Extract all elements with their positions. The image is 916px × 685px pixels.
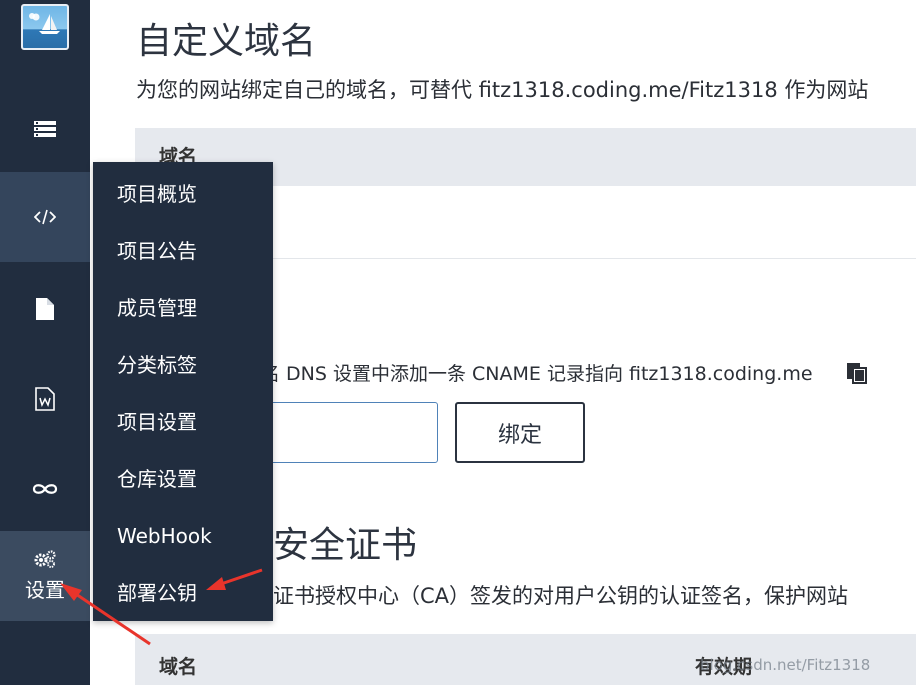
- sidebar-item-code[interactable]: [0, 172, 90, 262]
- sidebar-item-files[interactable]: [0, 264, 90, 354]
- sidebar-item-ci[interactable]: [0, 444, 90, 534]
- watermark: blog.csdn.net/Fitz1318: [700, 656, 871, 674]
- wiki-doc-icon: [35, 387, 55, 411]
- menu-item-category-tags[interactable]: 分类标签: [117, 350, 197, 380]
- copy-icon[interactable]: [846, 362, 868, 384]
- menu-item-repo-settings[interactable]: 仓库设置: [117, 464, 197, 494]
- list-icon: [34, 121, 56, 137]
- menu-item-project-overview[interactable]: 项目概览: [117, 179, 197, 209]
- sidebar-item-overview[interactable]: [0, 84, 90, 174]
- sidebar-item-settings[interactable]: 设置: [0, 531, 90, 621]
- file-icon: [36, 298, 54, 320]
- infinity-icon: [32, 484, 58, 494]
- sailboat-logo-icon[interactable]: [21, 4, 69, 50]
- sidebar: 设置: [0, 0, 90, 685]
- menu-item-project-settings[interactable]: 项目设置: [117, 407, 197, 437]
- menu-item-deploy-key[interactable]: 部署公钥: [117, 578, 197, 608]
- settings-dropdown-menu: 项目概览 项目公告 成员管理 分类标签 项目设置 仓库设置 WebHook 部署…: [93, 162, 273, 621]
- code-icon: [34, 209, 56, 225]
- page-title: 自定义域名: [136, 21, 317, 62]
- menu-item-project-announcement[interactable]: 项目公告: [117, 236, 197, 266]
- page-description: 为您的网站绑定自己的域名，可替代 fitz1318.coding.me/Fitz…: [136, 78, 869, 102]
- bind-button[interactable]: 绑定: [455, 402, 585, 463]
- dns-instruction: 名 DNS 设置中添加一条 CNAME 记录指向 fitz1318.coding…: [261, 363, 813, 385]
- certificate-section-description: 证书授权中心（CA）签发的对用户公钥的认证签名，保护网站: [273, 584, 849, 608]
- certificate-section-title: 安全证书: [273, 525, 418, 566]
- gears-icon: [34, 549, 56, 568]
- sidebar-item-settings-label: 设置: [25, 577, 65, 602]
- sidebar-item-wiki[interactable]: [0, 354, 90, 444]
- menu-item-webhook[interactable]: WebHook: [117, 521, 212, 551]
- menu-item-member-management[interactable]: 成员管理: [117, 293, 197, 323]
- cert-domain-column-header: 域名: [159, 656, 198, 678]
